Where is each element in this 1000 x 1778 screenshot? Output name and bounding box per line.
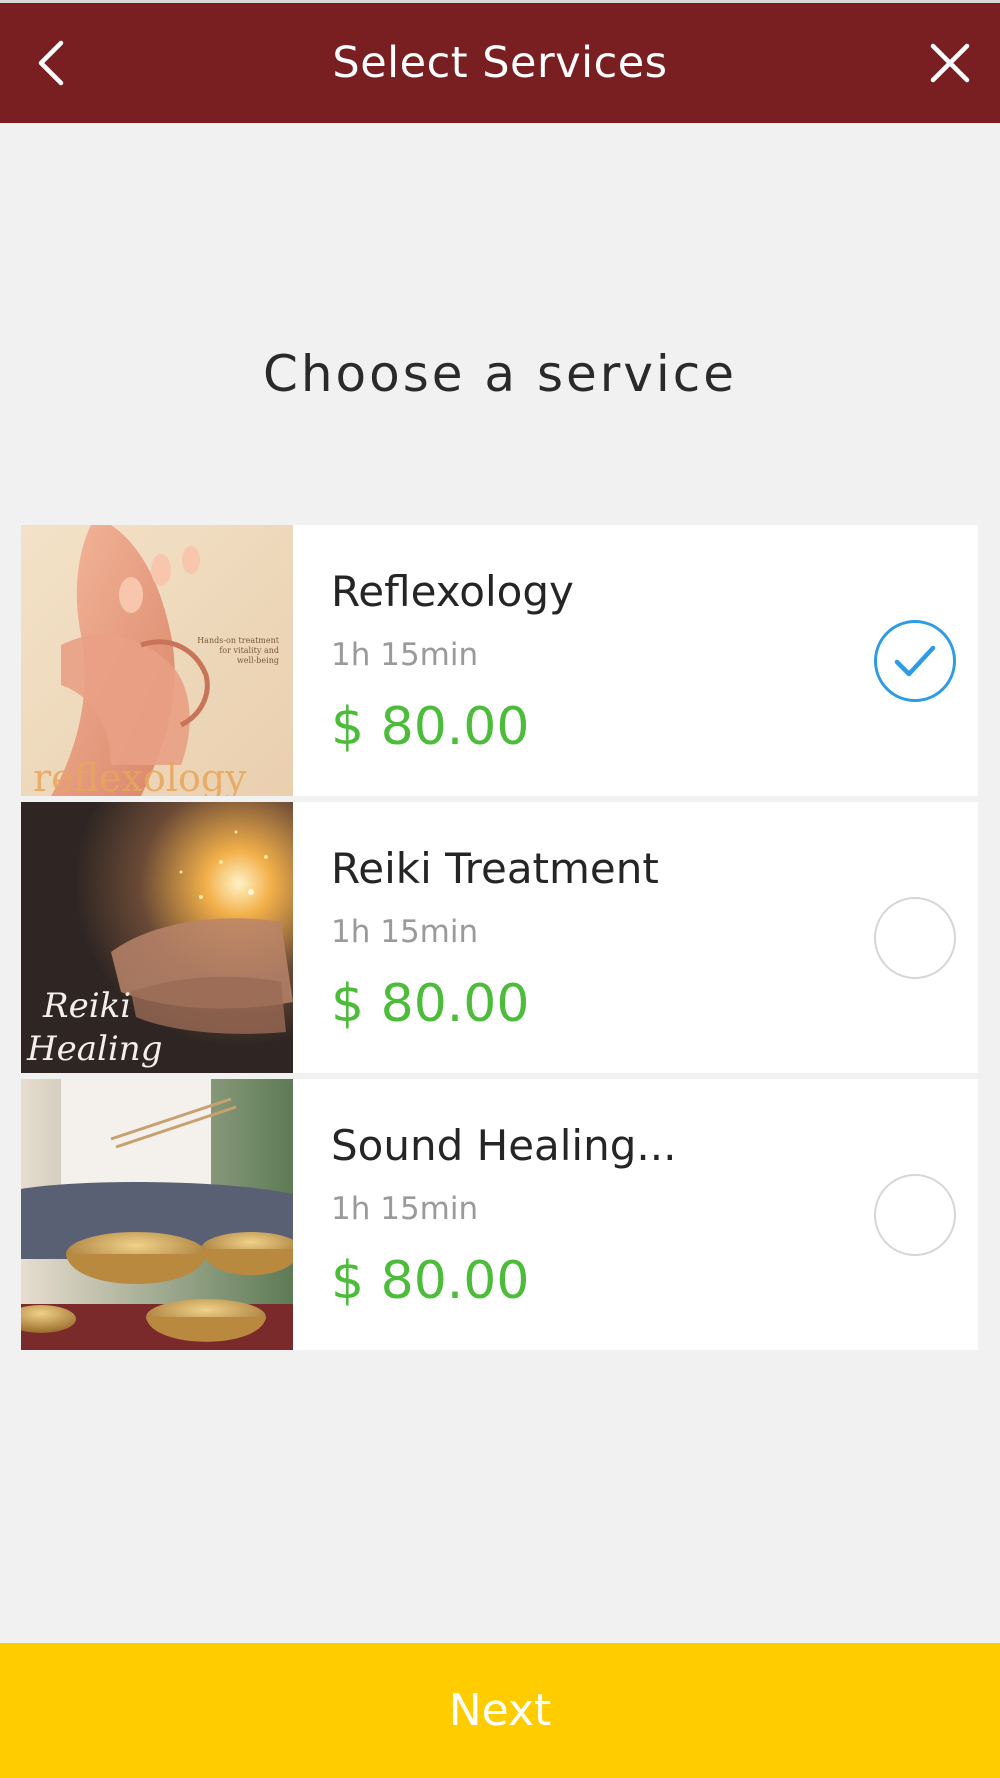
close-button[interactable]: [922, 35, 978, 91]
service-duration: 1h 15min: [331, 914, 479, 950]
svg-text:Healing: Healing: [26, 1029, 162, 1069]
service-price: $ 80.00: [331, 1251, 530, 1311]
select-radio[interactable]: [874, 897, 956, 979]
service-name: Sound Healing...: [331, 1121, 677, 1170]
section-heading: Choose a service: [262, 345, 738, 403]
select-radio-checked[interactable]: [874, 620, 956, 702]
check-icon: [894, 645, 936, 677]
back-button[interactable]: [22, 35, 78, 91]
select-radio[interactable]: [874, 1174, 956, 1256]
service-item-sound-healing[interactable]: Sound Healing... 1h 15min $ 80.00: [21, 1079, 978, 1350]
service-list: Hands-on treatment for vitality and well…: [21, 525, 978, 1356]
service-item-reiki[interactable]: Reiki Healing Reiki Treatment 1h 15min $…: [21, 802, 978, 1073]
svg-text:well-being: well-being: [237, 656, 279, 665]
service-price: $ 80.00: [331, 697, 530, 757]
svg-text:reflexology: reflexology: [33, 756, 247, 796]
reiki-image: Reiki Healing: [21, 802, 293, 1073]
reflexology-image: Hands-on treatment for vitality and well…: [21, 525, 293, 796]
service-duration: 1h 15min: [331, 637, 479, 673]
service-duration: 1h 15min: [331, 1191, 479, 1227]
service-item-reflexology[interactable]: Hands-on treatment for vitality and well…: [21, 525, 978, 796]
next-button[interactable]: Next: [0, 1643, 1000, 1778]
page-title: Select Services: [332, 38, 668, 88]
sound-healing-image: [21, 1079, 293, 1350]
app-header: Select Services: [0, 3, 1000, 123]
svg-text:for vitality and: for vitality and: [219, 646, 279, 655]
service-name: Reflexology: [331, 567, 574, 616]
svg-text:Hands-on treatment: Hands-on treatment: [197, 636, 280, 645]
service-name: Reiki Treatment: [331, 844, 659, 893]
svg-text:Reiki: Reiki: [42, 986, 131, 1026]
close-icon: [930, 43, 970, 83]
chevron-left-icon: [38, 40, 64, 86]
service-price: $ 80.00: [331, 974, 530, 1034]
